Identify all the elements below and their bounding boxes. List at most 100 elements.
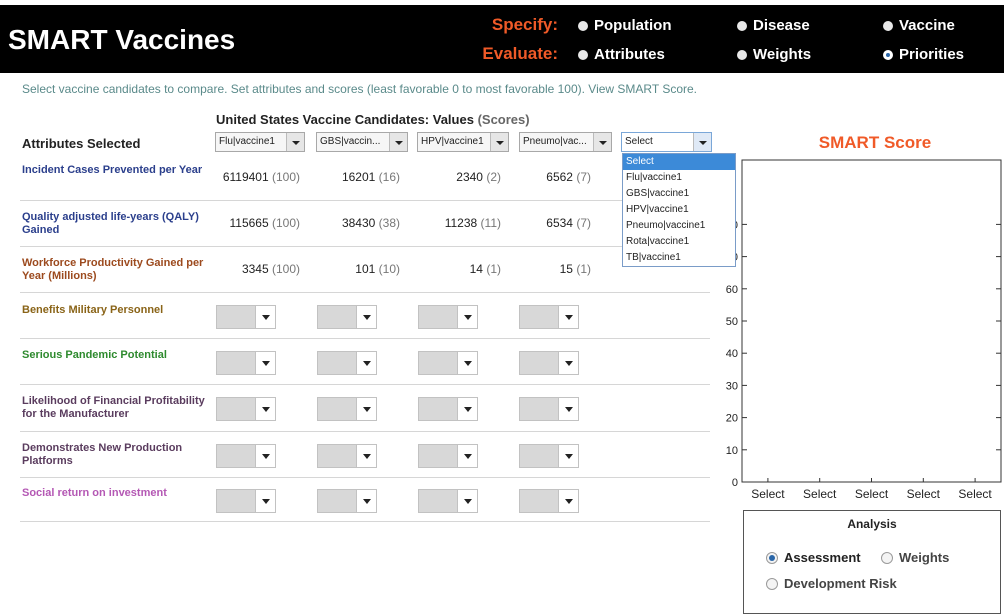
score-select[interactable]: [519, 444, 579, 468]
y-tick-label: 50: [726, 316, 738, 328]
score-select[interactable]: [418, 397, 478, 421]
attributes-header: Attributes Selected: [22, 136, 141, 151]
evaluate-label: Evaluate:: [482, 44, 558, 63]
dropdown-option[interactable]: Flu|vaccine1: [623, 170, 735, 186]
chevron-down-icon: [558, 398, 578, 420]
chevron-down-icon: [255, 445, 275, 467]
radio-assessment[interactable]: Assessment: [766, 550, 861, 565]
nav-weights[interactable]: Weights: [737, 46, 811, 63]
nav-attributes[interactable]: Attributes: [578, 46, 665, 63]
chevron-down-icon: [457, 445, 477, 467]
radio-dot-icon: [737, 49, 747, 60]
y-tick-label: 20: [726, 413, 738, 425]
score-select[interactable]: [216, 397, 276, 421]
analysis-title: Analysis: [847, 517, 897, 531]
x-tick-label: Select: [803, 487, 837, 501]
table-row: Workforce Productivity Gained per Year (…: [20, 247, 710, 293]
nav-priorities[interactable]: Priorities: [883, 46, 964, 63]
radio-dot-icon: [578, 20, 588, 31]
chevron-down-icon: [286, 133, 304, 151]
y-tick-label: 10: [726, 445, 738, 457]
chevron-down-icon: [490, 133, 508, 151]
candidate-select-5[interactable]: Select: [621, 132, 712, 152]
radio-unselected-icon: [881, 551, 893, 564]
chevron-down-icon: [558, 352, 578, 374]
radio-unselected-icon: [766, 577, 778, 590]
dropdown-option[interactable]: Select: [623, 154, 735, 170]
score-select[interactable]: [317, 305, 377, 329]
candidate-select-2[interactable]: GBS|vaccin...: [316, 132, 408, 152]
x-tick-label: Select: [958, 487, 992, 501]
cell-value: 6119401 (100): [222, 170, 300, 184]
score-select[interactable]: [418, 444, 478, 468]
score-select[interactable]: [317, 444, 377, 468]
cell-value: 38430 (38): [341, 216, 400, 230]
dropdown-option[interactable]: HPV|vaccine1: [623, 202, 735, 218]
score-select[interactable]: [519, 489, 579, 513]
dropdown-option[interactable]: Rota|vaccine1: [623, 234, 735, 250]
chevron-down-icon: [255, 306, 275, 328]
score-select[interactable]: [418, 489, 478, 513]
radio-weights[interactable]: Weights: [881, 550, 949, 565]
radio-dot-icon: [578, 49, 588, 60]
y-tick-label: 0: [732, 477, 738, 489]
radio-development-risk[interactable]: Development Risk: [766, 576, 897, 591]
score-select[interactable]: [519, 397, 579, 421]
chevron-down-icon: [356, 445, 376, 467]
candidate-select-4[interactable]: Pneumo|vac...: [519, 132, 612, 152]
score-select[interactable]: [317, 397, 377, 421]
candidate-dropdown-list: Select Flu|vaccine1 GBS|vaccine1 HPV|vac…: [622, 153, 736, 267]
row-label: Workforce Productivity Gained per Year (…: [22, 257, 204, 282]
app-root: SMART Vaccines Specify: Evaluate: Popula…: [0, 0, 1004, 614]
row-label: Quality adjusted life-years (QALY) Gaine…: [22, 211, 199, 236]
dropdown-option[interactable]: TB|vaccine1: [623, 250, 735, 266]
score-select[interactable]: [418, 305, 478, 329]
app-header: SMART Vaccines Specify: Evaluate: Popula…: [0, 5, 1004, 73]
row-label: Demonstrates New Production Platforms: [22, 442, 183, 467]
score-select[interactable]: [317, 489, 377, 513]
score-select[interactable]: [216, 489, 276, 513]
chart-plot-frame: [741, 159, 1002, 483]
specify-label: Specify:: [491, 15, 558, 34]
x-tick-label: Select: [751, 487, 785, 501]
row-label: Benefits Military Personnel: [22, 304, 164, 316]
table-title: United States Vaccine Candidates: Values…: [216, 112, 530, 127]
radio-selected-icon: [883, 49, 893, 60]
y-tick-label: 30: [726, 380, 738, 392]
table-row: Demonstrates New Production Platforms: [20, 432, 710, 478]
score-select[interactable]: [418, 351, 478, 375]
nav-population[interactable]: Population: [578, 17, 672, 34]
radio-dot-icon: [737, 20, 747, 31]
candidate-select-3[interactable]: HPV|vaccine1: [417, 132, 509, 152]
score-select[interactable]: [519, 351, 579, 375]
chevron-down-icon: [255, 398, 275, 420]
chevron-down-icon: [457, 398, 477, 420]
dropdown-option[interactable]: GBS|vaccine1: [623, 186, 735, 202]
row-label: Serious Pandemic Potential: [22, 349, 167, 361]
row-label: Social return on investment: [22, 487, 167, 499]
cell-value: 115665 (100): [229, 216, 300, 230]
candidate-select-1[interactable]: Flu|vaccine1: [215, 132, 305, 152]
score-select[interactable]: [519, 305, 579, 329]
row-label: Likelihood of Financial Profitability fo…: [22, 395, 205, 420]
chevron-down-icon: [356, 352, 376, 374]
score-select[interactable]: [216, 444, 276, 468]
score-select[interactable]: [317, 351, 377, 375]
nav-disease[interactable]: Disease: [737, 17, 810, 34]
x-tick-label: Select: [907, 487, 941, 501]
chevron-down-icon: [457, 352, 477, 374]
y-tick-label: 60: [726, 284, 738, 296]
chevron-down-icon: [558, 445, 578, 467]
score-select[interactable]: [216, 305, 276, 329]
cell-value: 2340 (2): [456, 170, 501, 184]
chevron-down-icon: [693, 133, 711, 151]
y-tick-label: 40: [726, 348, 738, 360]
dropdown-option[interactable]: Pneumo|vaccine1: [623, 218, 735, 234]
cell-value: 3345 (100): [241, 262, 300, 276]
chevron-down-icon: [356, 306, 376, 328]
chart-title: SMART Score: [818, 133, 932, 152]
score-select[interactable]: [216, 351, 276, 375]
chevron-down-icon: [255, 352, 275, 374]
nav-vaccine[interactable]: Vaccine: [883, 17, 955, 34]
table-row: Serious Pandemic Potential: [20, 339, 710, 385]
